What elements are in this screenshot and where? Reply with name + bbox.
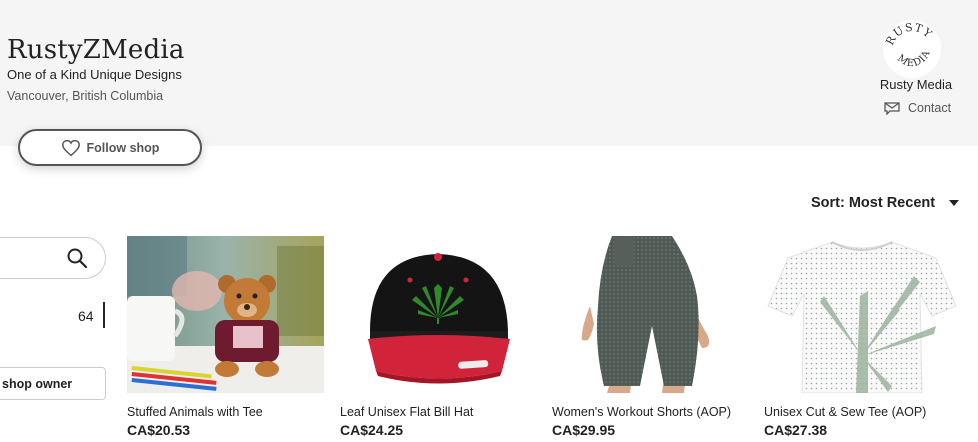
listing-image[interactable] — [552, 236, 749, 393]
contact-link[interactable]: Contact — [884, 101, 951, 115]
shop-name: RustyZMedia — [7, 35, 185, 65]
contact-shop-owner-label: shop owner — [2, 376, 73, 391]
contact-shop-owner-button[interactable]: shop owner — [0, 367, 106, 400]
shop-search-input[interactable] — [0, 237, 106, 279]
listing-title[interactable]: Stuffed Animals with Tee — [127, 405, 324, 419]
owner-name[interactable]: Rusty Media — [870, 77, 962, 92]
sort-dropdown[interactable]: Sort: Most Recent — [811, 195, 960, 211]
listing-price: CA$29.95 — [552, 422, 616, 438]
follow-shop-button[interactable]: Follow shop — [18, 129, 202, 166]
listing-image[interactable] — [127, 236, 324, 393]
caret-down-icon — [949, 200, 960, 206]
listing-title[interactable]: Women's Workout Shorts (AOP) — [552, 405, 749, 419]
heart-icon — [61, 139, 80, 156]
contact-label: Contact — [908, 101, 952, 115]
listing-price: CA$20.53 — [127, 422, 191, 438]
listing-card[interactable]: Women's Workout Shorts (AOP) CA$29.95 — [552, 236, 749, 438]
shop-tagline: One of a Kind Unique Designs — [7, 67, 182, 82]
listing-card[interactable]: Unisex Cut & Sew Tee (AOP) CA$27.38 — [764, 236, 961, 438]
shop-location: Vancouver, British Columbia — [7, 89, 164, 103]
listing-card[interactable]: Leaf Unisex Flat Bill Hat CA$24.25 — [340, 236, 537, 438]
item-count: 64 — [78, 308, 94, 324]
listing-price: CA$24.25 — [340, 422, 404, 438]
search-icon[interactable] — [66, 247, 88, 269]
sort-label: Sort: Most Recent — [811, 195, 936, 211]
listing-price: CA$27.38 — [764, 422, 828, 438]
listing-title[interactable]: Leaf Unisex Flat Bill Hat — [340, 405, 537, 419]
listing-card[interactable]: Stuffed Animals with Tee CA$20.53 — [127, 236, 324, 438]
mail-icon — [884, 102, 900, 115]
listing-image[interactable] — [764, 236, 961, 394]
count-divider — [103, 302, 105, 328]
listing-title[interactable]: Unisex Cut & Sew Tee (AOP) — [764, 405, 961, 419]
follow-shop-label: Follow shop — [86, 140, 160, 155]
owner-logo[interactable]: RUSTY MEDIA — [883, 20, 941, 78]
listing-image[interactable] — [340, 236, 537, 393]
